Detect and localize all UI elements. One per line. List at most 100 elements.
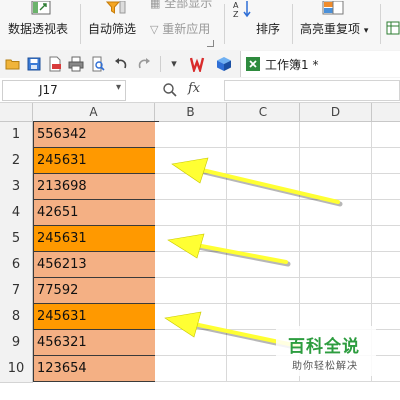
duplicate-cell[interactable]: 245631	[33, 226, 159, 252]
show-all-button[interactable]: ▦ 全部显示	[150, 0, 212, 11]
reapply-icon: ▽	[150, 23, 159, 36]
row-header[interactable]: 1	[0, 122, 33, 149]
empty-cell[interactable]	[155, 278, 227, 304]
pivot-table-icon[interactable]	[30, 0, 52, 15]
formula-input[interactable]	[224, 80, 400, 101]
print-icon[interactable]	[68, 56, 84, 72]
ribbon-divider	[292, 4, 293, 44]
row-header[interactable]: 3	[0, 174, 33, 201]
name-box[interactable]: J17 ▾	[2, 80, 126, 101]
ribbon-divider	[224, 4, 225, 44]
duplicate-cell[interactable]: 245631	[33, 148, 159, 174]
data-cell[interactable]: 456321	[33, 330, 159, 356]
row-header[interactable]: 4	[0, 200, 33, 227]
empty-cell[interactable]	[155, 200, 227, 226]
empty-cell[interactable]	[300, 148, 372, 174]
redo-icon[interactable]	[136, 56, 152, 72]
name-box-value: J17	[39, 83, 58, 97]
data-cell[interactable]: 456213	[33, 252, 159, 278]
empty-cell[interactable]	[227, 252, 300, 278]
dialog-launcher-icon[interactable]	[207, 40, 214, 47]
empty-cell[interactable]	[155, 252, 227, 278]
row-header[interactable]: 9	[0, 330, 33, 357]
data-cell[interactable]: 556342	[33, 121, 159, 148]
quick-access-toolbar: ▾ 工作簿1 *	[0, 50, 400, 79]
zoom-search-icon[interactable]	[162, 82, 178, 102]
open-folder-icon[interactable]	[5, 56, 21, 72]
empty-cell[interactable]	[372, 278, 400, 304]
show-all-icon: ▦	[150, 0, 161, 10]
empty-cell[interactable]	[372, 174, 400, 200]
column-header-b[interactable]: B	[155, 103, 227, 121]
column-header-d[interactable]: D	[300, 103, 372, 121]
empty-cell[interactable]	[372, 330, 400, 356]
empty-cell[interactable]	[372, 304, 400, 330]
customize-dropdown-icon[interactable]: ▾	[166, 56, 182, 72]
highlight-duplicates-button[interactable]: 高亮重复项 ▾	[300, 20, 368, 37]
document-title: 工作簿1 *	[265, 58, 319, 72]
empty-cell[interactable]	[227, 278, 300, 304]
highlight-duplicates-icon[interactable]	[322, 0, 344, 15]
data-cell[interactable]: 42651	[33, 200, 159, 226]
empty-cell[interactable]	[227, 226, 300, 252]
empty-cell[interactable]	[227, 148, 300, 174]
empty-cell[interactable]	[372, 252, 400, 278]
row-header[interactable]: 5	[0, 226, 33, 253]
table-tools-icon[interactable]	[386, 20, 400, 35]
toolbar-divider	[160, 56, 161, 72]
column-header-c[interactable]: C	[227, 103, 300, 121]
empty-cell[interactable]	[155, 356, 227, 382]
empty-cell[interactable]	[372, 148, 400, 174]
watermark-logo: 百科全说 助你轻松解决	[276, 326, 376, 376]
empty-cell[interactable]	[372, 122, 400, 148]
row-header[interactable]: 8	[0, 304, 33, 331]
tab-workbook[interactable]: 工作簿1 *	[240, 51, 400, 77]
duplicate-cell[interactable]: 245631	[33, 304, 159, 330]
empty-cell[interactable]	[300, 122, 372, 148]
formula-bar: J17 ▾ fx	[0, 78, 400, 103]
empty-cell[interactable]	[155, 226, 227, 252]
watermark-title: 百科全说	[288, 337, 360, 357]
empty-cell[interactable]	[372, 200, 400, 226]
empty-cell[interactable]	[300, 200, 372, 226]
empty-cell[interactable]	[300, 252, 372, 278]
row-header[interactable]: 2	[0, 148, 33, 175]
filter-icon[interactable]	[105, 0, 126, 14]
empty-cell[interactable]	[155, 330, 227, 356]
spreadsheet-icon	[245, 56, 261, 76]
empty-cell[interactable]	[155, 122, 227, 148]
row-header[interactable]: 10	[0, 356, 33, 383]
sort-icon[interactable]: A Z	[232, 0, 254, 19]
cube-icon[interactable]	[216, 56, 232, 72]
empty-cell[interactable]	[372, 356, 400, 382]
empty-cell[interactable]	[155, 148, 227, 174]
data-cell[interactable]: 123654	[33, 356, 159, 382]
print-preview-icon[interactable]	[90, 56, 106, 72]
reapply-button[interactable]: ▽ 重新应用	[150, 20, 210, 37]
wps-logo-icon[interactable]	[189, 56, 206, 75]
empty-cell[interactable]	[155, 304, 227, 330]
data-cell[interactable]: 213698	[33, 174, 159, 200]
empty-cell[interactable]	[300, 278, 372, 304]
pivot-table-button[interactable]: 数据透视表	[8, 20, 68, 37]
insert-function-button[interactable]: fx	[188, 81, 200, 96]
export-pdf-icon[interactable]	[47, 56, 63, 72]
ribbon-toolbar: 数据透视表 自动筛选 ▦ 全部显示 ▽ 重新应用 A Z 排序 高亮重复项 ▾	[0, 0, 400, 51]
empty-cell[interactable]	[227, 174, 300, 200]
empty-cell[interactable]	[227, 122, 300, 148]
column-header-a[interactable]: A	[33, 103, 155, 121]
row-header[interactable]: 6	[0, 252, 33, 279]
row-header[interactable]: 7	[0, 278, 33, 305]
empty-cell[interactable]	[155, 174, 227, 200]
sort-button[interactable]: 排序	[256, 20, 280, 37]
chevron-down-icon[interactable]: ▾	[116, 82, 121, 93]
save-icon[interactable]	[26, 56, 42, 72]
data-cell[interactable]: 77592	[33, 278, 159, 304]
auto-filter-button[interactable]: 自动筛选	[88, 20, 136, 37]
undo-icon[interactable]	[113, 56, 129, 72]
empty-cell[interactable]	[372, 226, 400, 252]
empty-cell[interactable]	[300, 174, 372, 200]
empty-cell[interactable]	[227, 200, 300, 226]
select-all-corner[interactable]	[0, 103, 33, 121]
empty-cell[interactable]	[300, 226, 372, 252]
